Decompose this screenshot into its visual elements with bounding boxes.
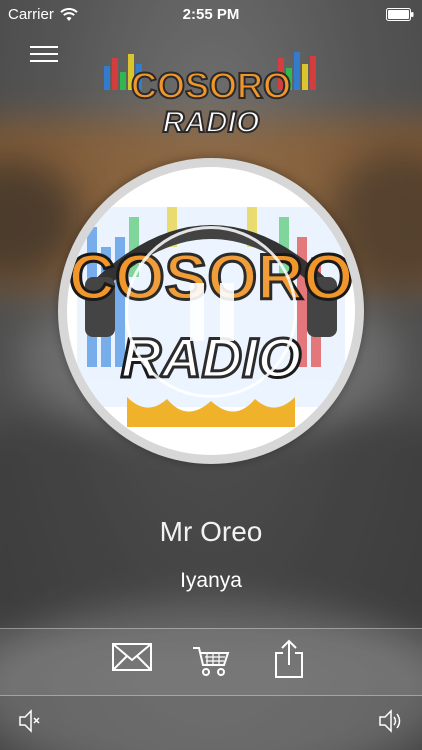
pause-button[interactable]	[125, 226, 297, 398]
share-icon[interactable]	[274, 639, 304, 684]
pause-icon	[190, 283, 204, 341]
clock: 2:55 PM	[182, 6, 240, 23]
track-title: Iyanya	[180, 569, 242, 592]
volume-row	[0, 704, 422, 744]
logo-text-top: COSORO	[131, 65, 291, 106]
track-artist: Mr Oreo	[159, 516, 263, 547]
volume-mute-icon[interactable]	[18, 708, 42, 739]
shopping-cart-icon[interactable]	[192, 645, 230, 682]
battery-icon	[386, 8, 414, 25]
status-bar: Carrier 2:55 PM	[0, 0, 422, 30]
action-bar	[0, 628, 422, 696]
station-logo: COSORO RADIO	[104, 52, 316, 140]
logo-text-bottom: RADIO	[163, 106, 260, 139]
volume-up-icon[interactable]	[378, 708, 404, 739]
hamburger-menu-icon[interactable]	[30, 46, 58, 66]
mail-icon[interactable]	[112, 643, 152, 676]
